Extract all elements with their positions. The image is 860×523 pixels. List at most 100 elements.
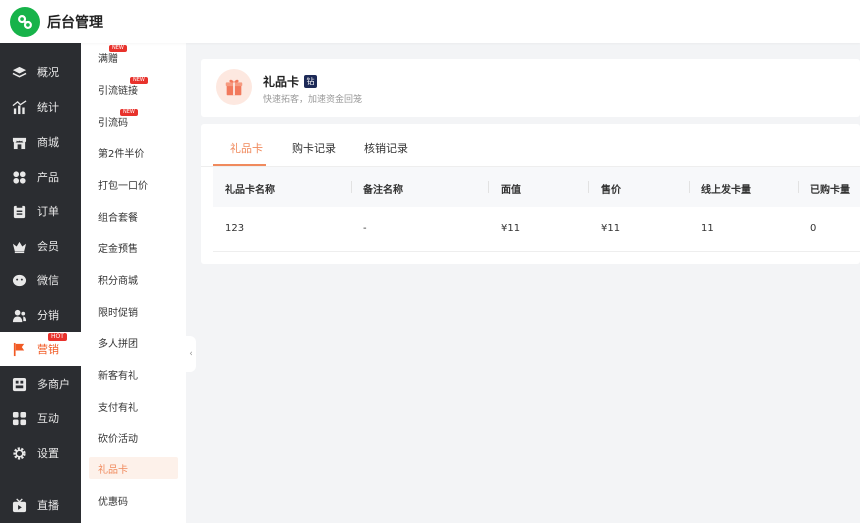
column-separator bbox=[588, 181, 589, 193]
column-header: 礼品卡名称 bbox=[225, 185, 275, 196]
subnav-item[interactable]: 限时促销 bbox=[89, 300, 178, 322]
column-separator bbox=[488, 181, 489, 193]
nav-item-stats[interactable]: 统计 bbox=[0, 90, 81, 124]
table-cell: 11 bbox=[701, 223, 714, 234]
nav-item-label: 设置 bbox=[37, 447, 59, 460]
grid-icon bbox=[12, 170, 27, 185]
wechat-icon bbox=[12, 273, 27, 288]
apps-icon bbox=[12, 411, 27, 426]
column-header: 面值 bbox=[501, 185, 521, 196]
subnav-item[interactable]: 定金预售 bbox=[89, 236, 178, 258]
nav-item-multi-merchant[interactable]: 多商户 bbox=[0, 367, 81, 401]
nav-item-products[interactable]: 产品 bbox=[0, 160, 81, 194]
table-cell: 123 bbox=[225, 223, 245, 234]
nav-item-members[interactable]: 会员 bbox=[0, 229, 81, 263]
top-bar: 后台管理 bbox=[0, 0, 860, 43]
column-header: 线上发卡量 bbox=[701, 185, 751, 196]
subnav-item[interactable]: 打包一口价 bbox=[89, 173, 178, 195]
tab-redemption-records[interactable]: 核销记录 bbox=[364, 140, 408, 156]
nav-item-label: 订单 bbox=[37, 205, 59, 218]
nav-item-distribution[interactable]: 分销 bbox=[0, 298, 81, 332]
app-logo-icon[interactable] bbox=[10, 6, 40, 37]
sidebar-collapse-button[interactable]: ‹ bbox=[186, 336, 196, 372]
nav-item-wechat[interactable]: 微信 bbox=[0, 263, 81, 297]
gift-icon bbox=[216, 69, 252, 105]
subnav-item-label: 限时促销 bbox=[98, 307, 138, 319]
subnav-item[interactable]: 支付有礼 bbox=[89, 395, 178, 417]
nav-item-overview[interactable]: 概况 bbox=[0, 55, 81, 89]
subnav-item-label: 积分商城 bbox=[98, 275, 138, 287]
subnav-item[interactable]: 优惠码 bbox=[89, 489, 178, 511]
page-header-card: 礼品卡 钻 快速拓客，加速资金回笼 bbox=[201, 59, 860, 117]
nav-item-live[interactable]: 直播 bbox=[0, 488, 81, 522]
nav-item-label: 分销 bbox=[37, 309, 59, 322]
nav-item-label: 产品 bbox=[37, 171, 59, 184]
new-badge: NEW bbox=[120, 109, 138, 116]
subnav-item[interactable]: 第2件半价 bbox=[89, 141, 178, 163]
page-title: 礼品卡 钻 bbox=[263, 73, 318, 90]
tab-purchase-records[interactable]: 购卡记录 bbox=[292, 140, 336, 156]
nav-item-label: 营销 bbox=[37, 343, 59, 356]
subnav-item[interactable]: 新客有礼 bbox=[89, 363, 178, 385]
nav-item-label: 概况 bbox=[37, 66, 59, 79]
layers-icon bbox=[12, 65, 27, 80]
column-header: 售价 bbox=[601, 185, 621, 196]
subnav-item-label: 支付有礼 bbox=[98, 402, 138, 414]
subnav-item[interactable]: 满赠 NEW bbox=[89, 45, 178, 68]
page-subtitle: 快速拓客，加速资金回笼 bbox=[263, 95, 363, 105]
subnav-item-label: 打包一口价 bbox=[98, 180, 148, 192]
nav-item-interaction[interactable]: 互动 bbox=[0, 401, 81, 435]
stats-icon bbox=[12, 99, 27, 115]
nav-item-label: 互动 bbox=[37, 412, 59, 425]
table-cell: 0 bbox=[810, 223, 817, 234]
nav-item-label: 微信 bbox=[37, 274, 59, 287]
subnav-item[interactable]: 组合套餐 bbox=[89, 205, 178, 227]
shop-icon bbox=[12, 377, 27, 392]
tab-gift-card[interactable]: 礼品卡 bbox=[230, 140, 263, 156]
new-badge: NEW bbox=[109, 45, 127, 52]
premium-badge: 钻 bbox=[304, 75, 318, 88]
column-header: 备注名称 bbox=[363, 185, 403, 196]
subnav-item-label: 多人拼团 bbox=[98, 338, 138, 350]
subnav-item[interactable]: 积分商城 bbox=[89, 268, 178, 290]
nav-item-label: 直播 bbox=[37, 499, 59, 512]
nav-item-label: 多商户 bbox=[37, 378, 70, 391]
primary-sidebar: 概况 统计 商城 产品 订单 会员 微信 分销 营销 HOT 多商户 互动 设置… bbox=[0, 43, 81, 523]
subnav-item[interactable]: 引流码 NEW bbox=[89, 109, 178, 132]
crown-icon bbox=[12, 239, 27, 254]
secondary-sidebar: 满赠 NEW 引流链接 NEW 引流码 NEW 第2件半价 打包一口价 组合套餐… bbox=[81, 43, 186, 523]
flag-icon bbox=[12, 342, 27, 357]
clipboard-icon bbox=[12, 204, 27, 219]
table-cell: - bbox=[363, 223, 367, 234]
app-title: 后台管理 bbox=[47, 14, 103, 31]
subnav-item-label: 新客有礼 bbox=[98, 370, 138, 382]
nav-item-label: 会员 bbox=[37, 240, 59, 253]
nav-item-settings[interactable]: 设置 bbox=[0, 436, 81, 470]
table-row[interactable]: 123 - ¥11 ¥11 11 0 bbox=[213, 207, 860, 252]
subnav-item[interactable]: 引流链接 NEW bbox=[89, 77, 178, 100]
gift-card-panel: 礼品卡 购卡记录 核销记录 礼品卡名称 备注名称 面值 售价 线上发卡量 已购卡… bbox=[201, 124, 860, 264]
column-header: 已购卡量 bbox=[810, 185, 850, 196]
column-separator bbox=[798, 181, 799, 193]
table-cell: ¥11 bbox=[601, 223, 621, 234]
subnav-item[interactable]: 砍价活动 bbox=[89, 426, 178, 448]
subnav-item-label: 砍价活动 bbox=[98, 433, 138, 445]
column-separator bbox=[689, 181, 690, 193]
nav-item-orders[interactable]: 订单 bbox=[0, 194, 81, 228]
nav-item-marketing[interactable]: 营销 HOT bbox=[0, 332, 81, 366]
subnav-item-label: 组合套餐 bbox=[98, 212, 138, 224]
hot-badge: HOT bbox=[48, 333, 67, 341]
subnav-item-label: 第2件半价 bbox=[98, 148, 145, 160]
nav-item-label: 商城 bbox=[37, 136, 59, 149]
nav-item-mall[interactable]: 商城 bbox=[0, 125, 81, 159]
subnav-item-label: 优惠码 bbox=[98, 496, 128, 508]
subnav-item-label: 礼品卡 bbox=[98, 464, 128, 476]
subnav-item-gift-card[interactable]: 礼品卡 bbox=[89, 457, 178, 479]
live-icon bbox=[12, 497, 27, 513]
subnav-item[interactable]: 多人拼团 bbox=[89, 331, 178, 353]
store-icon bbox=[12, 135, 27, 150]
users-icon bbox=[12, 308, 27, 323]
gear-icon bbox=[12, 446, 27, 461]
column-separator bbox=[351, 181, 352, 193]
table-header: 礼品卡名称 备注名称 面值 售价 线上发卡量 已购卡量 bbox=[213, 167, 860, 207]
